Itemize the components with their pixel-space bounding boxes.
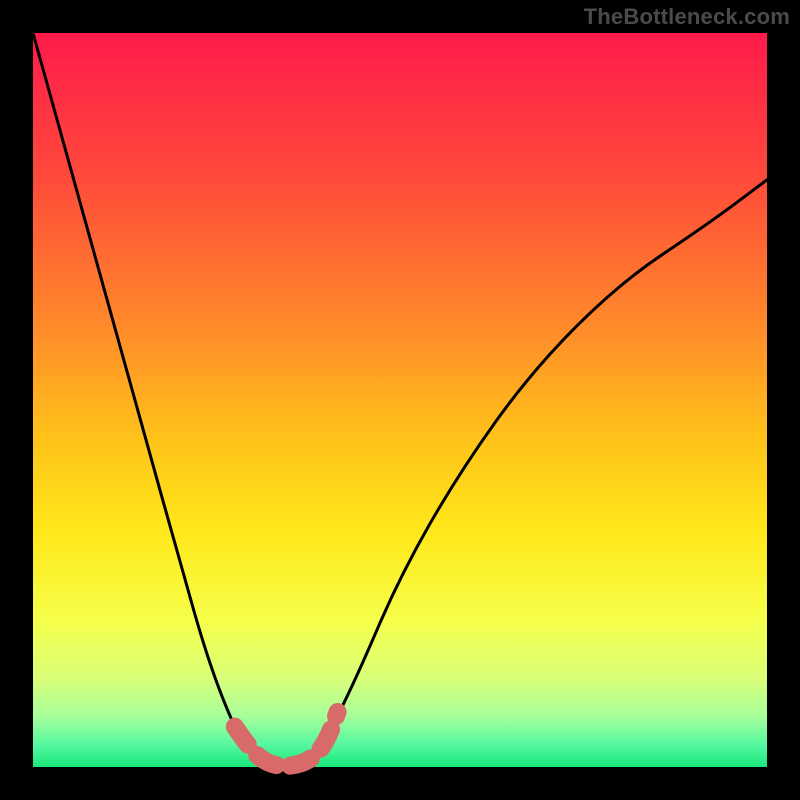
chart-frame: TheBottleneck.com: [0, 0, 800, 800]
plot-background: [33, 33, 767, 767]
watermark-text: TheBottleneck.com: [584, 4, 790, 30]
bottleneck-chart: [0, 0, 800, 800]
